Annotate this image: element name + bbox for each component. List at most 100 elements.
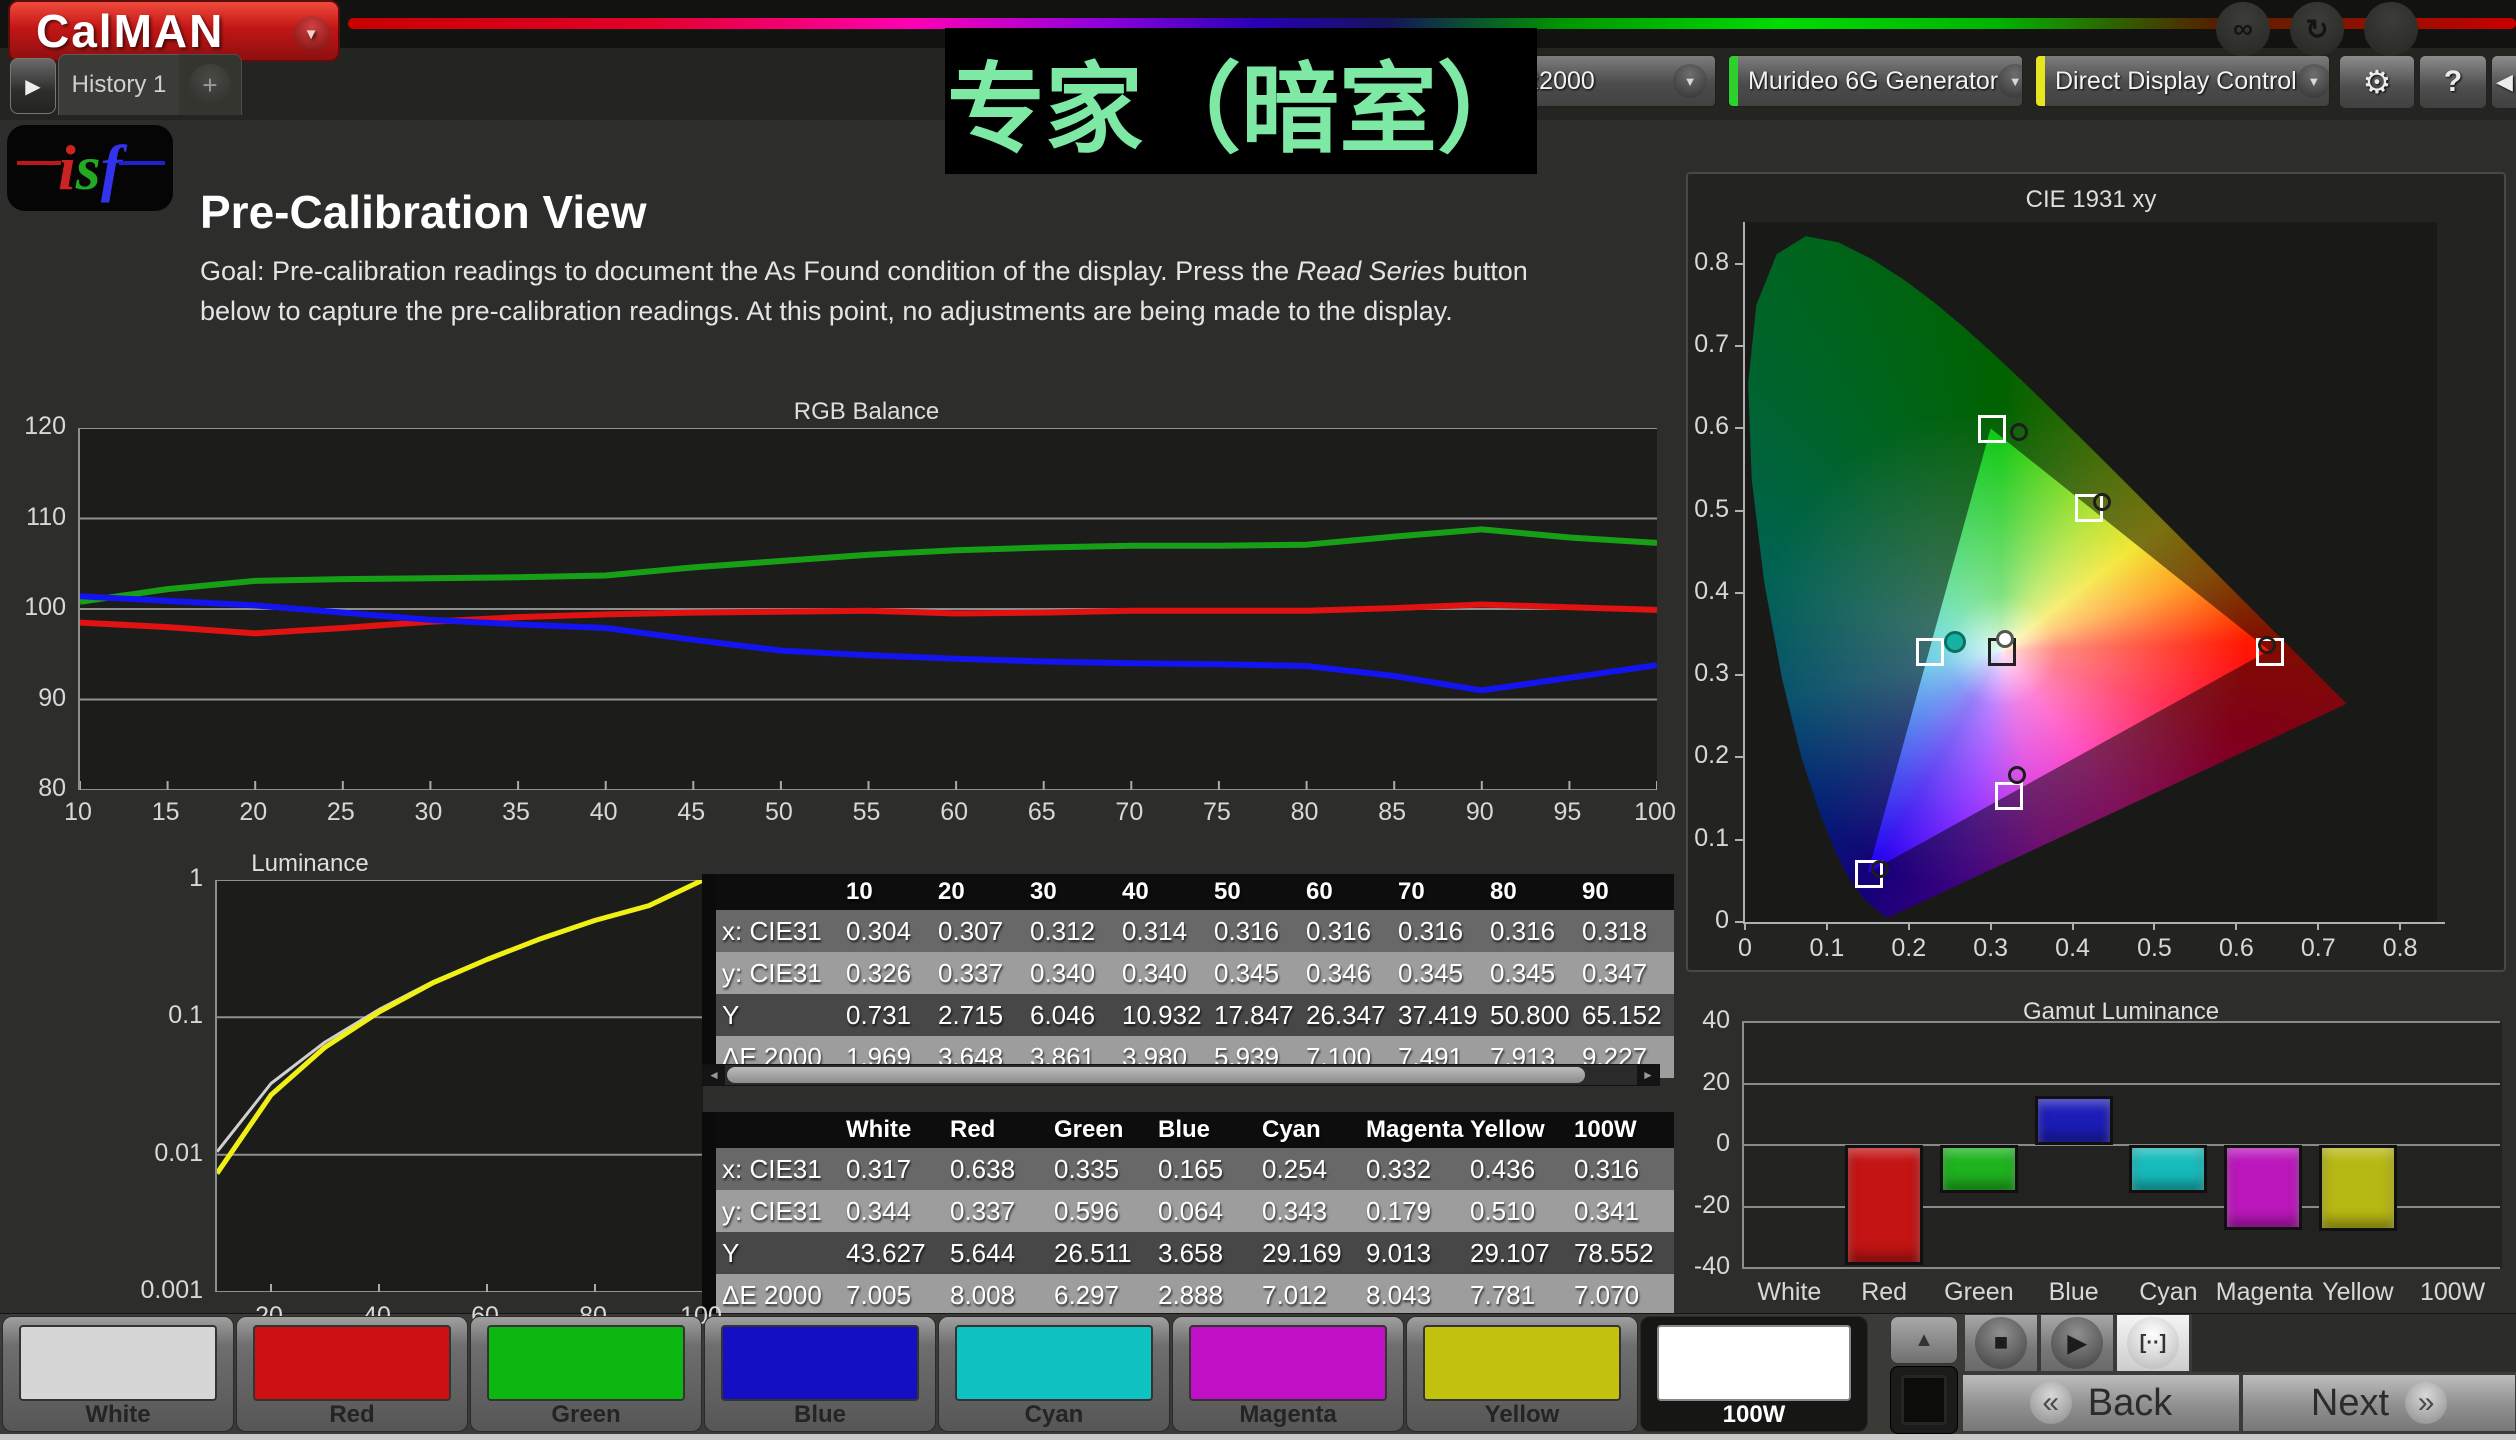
add-tab-button[interactable]: + <box>189 64 231 106</box>
grayscale-table-value-cell: 0.340 <box>1116 952 1208 994</box>
grayscale-table-row-y-cie31: y: CIE310.3260.3370.3400.3400.3450.3460.… <box>716 952 1674 994</box>
gamut-x-category-label: Green <box>1932 1278 2027 1307</box>
cie-y-tick-mark <box>1735 674 1743 676</box>
sync-button[interactable]: ↻ <box>2290 2 2344 56</box>
isf-letter-s: s <box>76 131 101 205</box>
play-button[interactable]: ▶ <box>2040 1314 2114 1372</box>
rgb-x-tick-label: 25 <box>311 798 371 827</box>
read-series-icon: [··] <box>2140 1332 2167 1355</box>
grayscale-table-header-cell: 90 <box>1576 874 1670 910</box>
cie-y-tick-mark <box>1735 427 1743 429</box>
cie-measured-green <box>2010 423 2028 441</box>
cie-x-tick-label: 0.7 <box>2288 934 2348 963</box>
rgb-balance-svg <box>80 428 1657 790</box>
calman-menu-arrow-icon[interactable]: ▼ <box>294 16 330 52</box>
gamut-table-value-cell: 26.511 <box>1048 1232 1152 1274</box>
cie-x-tick-label: 0.3 <box>1961 934 2021 963</box>
page-title: Pre-Calibration View <box>200 185 647 239</box>
pattern-swatch-red[interactable]: Red <box>236 1316 468 1432</box>
stop-button[interactable]: ■ <box>1964 1314 2038 1372</box>
settings-button[interactable]: ⚙ <box>2339 55 2415 109</box>
gamut-bar-green <box>1940 1145 2018 1193</box>
cie-x-tick-label: 0.8 <box>2370 934 2430 963</box>
pattern-swatch-cyan[interactable]: Cyan <box>938 1316 1170 1432</box>
gamut-table-value-cell: 0.316 <box>1568 1148 1674 1190</box>
gamut-table-value-cell: 0.335 <box>1048 1148 1152 1190</box>
swatch-label: 100W <box>1641 1401 1867 1429</box>
grayscale-table-row-label: y: CIE31 <box>716 952 840 994</box>
pattern-window-preview <box>1901 1375 1947 1425</box>
cie-y-tick-label: 0.1 <box>1667 824 1729 853</box>
cie-y-axis-line <box>1743 222 1745 924</box>
gamut-table-value-cell: 0.254 <box>1256 1148 1360 1190</box>
scroll-left-button[interactable]: ◄ <box>703 1065 725 1085</box>
luminance-y-tick-label: 0.1 <box>105 1001 203 1030</box>
cie-y-tick-label: 0.4 <box>1667 577 1729 606</box>
cie-x-tick-mark <box>2235 922 2237 930</box>
extra-transport-button[interactable] <box>2364 2 2418 56</box>
gamut-table-row-label: Y <box>716 1232 840 1274</box>
cie-y-tick-mark <box>1735 592 1743 594</box>
rgb-x-tick-label: 85 <box>1362 798 1422 827</box>
gamut-table-header-cell: White <box>840 1112 944 1148</box>
gamut-gridline <box>1742 1083 2500 1085</box>
pattern-swatch-100w[interactable]: 100W <box>1640 1316 1868 1432</box>
rgb-x-tick-label: 95 <box>1537 798 1597 827</box>
luminance-svg <box>217 880 703 1292</box>
rgb-y-tick-label: 120 <box>2 412 66 441</box>
read-series-button[interactable]: [··] <box>2116 1314 2190 1372</box>
source-dropdown[interactable]: Murideo 6G Generator ▼ <box>1728 55 2023 107</box>
gamut-table-row-y: Y43.6275.64426.5113.65829.1699.01329.107… <box>716 1232 1674 1274</box>
cie-measured-white <box>1996 630 2014 648</box>
table-horizontal-scrollbar[interactable]: ◄ ► <box>702 1064 1660 1086</box>
scroll-right-button[interactable]: ► <box>1637 1065 1659 1085</box>
cie-x-tick-mark <box>2153 922 2155 930</box>
swatch-label: Yellow <box>1407 1401 1637 1429</box>
pattern-swatch-green[interactable]: Green <box>470 1316 702 1432</box>
swatch-color-blue <box>721 1325 919 1401</box>
pattern-swatch-blue[interactable]: Blue <box>704 1316 936 1432</box>
gamut-bar-blue <box>2035 1096 2113 1145</box>
pattern-swatch-yellow[interactable]: Yellow <box>1406 1316 1638 1432</box>
calman-menu-button[interactable]: CalMAN ▼ <box>8 0 340 62</box>
grayscale-table-value-cell: 10.932 <box>1116 994 1208 1036</box>
luminance-chart-title: Luminance <box>160 850 460 878</box>
swatch-color-white <box>19 1325 217 1401</box>
luminance-y-tick-label: 0.01 <box>105 1139 203 1168</box>
session-expand-button[interactable]: ▶ <box>10 58 56 114</box>
gamut-table-value-cell: 29.169 <box>1256 1232 1360 1274</box>
grayscale-table-value-cell: 17.847 <box>1208 994 1300 1036</box>
gamut-table-row-y-cie31: y: CIE310.3440.3370.5960.0640.3430.1790.… <box>716 1190 1674 1232</box>
add-tab-area: + <box>179 54 242 115</box>
rgb-x-tick-label: 45 <box>661 798 721 827</box>
pattern-panel-up-button[interactable]: ▲ <box>1890 1316 1958 1364</box>
collapse-panel-button[interactable]: ◀ <box>2491 55 2516 109</box>
pattern-swatch-magenta[interactable]: Magenta <box>1172 1316 1404 1432</box>
swatch-label: White <box>3 1401 233 1429</box>
pattern-swatch-white[interactable]: White <box>2 1316 234 1432</box>
back-button[interactable]: « Back <box>1962 1374 2240 1432</box>
continuous-read-button[interactable]: ∞ <box>2216 2 2270 56</box>
cie-y-tick-label: 0.5 <box>1667 495 1729 524</box>
swatch-label: Red <box>237 1401 467 1429</box>
gamut-table-value-cell: 7.781 <box>1464 1274 1568 1316</box>
goal-text-a: Goal: Pre-calibration readings to docume… <box>200 256 1297 286</box>
cie-y-tick-mark <box>1735 756 1743 758</box>
gamut-table-value-cell: 3.658 <box>1152 1232 1256 1274</box>
tab-history-1[interactable]: History 1 <box>58 54 180 115</box>
help-button[interactable]: ? <box>2419 55 2487 109</box>
gamut-y-tick-label: 0 <box>1666 1129 1730 1158</box>
gamut-table-value-cell: 0.436 <box>1464 1148 1568 1190</box>
gamut-bar-cyan <box>2129 1145 2207 1193</box>
scrollbar-thumb[interactable] <box>727 1067 1585 1083</box>
grayscale-table-value-cell: 6.046 <box>1024 994 1116 1036</box>
next-chevron-icon: » <box>2405 1382 2447 1424</box>
next-button[interactable]: Next » <box>2242 1374 2516 1432</box>
gamut-table-value-cell: 0.596 <box>1048 1190 1152 1232</box>
display-control-dropdown[interactable]: Direct Display Control ▼ <box>2035 55 2330 107</box>
display-dropdown-value: Direct Display Control <box>2055 67 2297 96</box>
cie-x-tick-mark <box>1990 922 1992 930</box>
gamut-y-tick-label: 20 <box>1666 1068 1730 1097</box>
grayscale-table-value-cell: 26.347 <box>1300 994 1392 1036</box>
pattern-window-toggle[interactable] <box>1890 1366 1958 1434</box>
